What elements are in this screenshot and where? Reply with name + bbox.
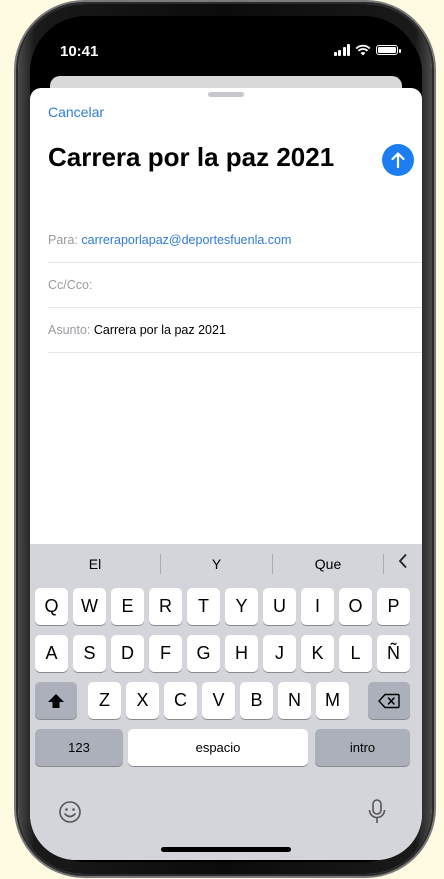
wifi-icon (355, 44, 371, 56)
key-m[interactable]: M (316, 682, 349, 719)
key-v[interactable]: V (202, 682, 235, 719)
status-time: 10:41 (60, 43, 99, 60)
key-b[interactable]: B (240, 682, 273, 719)
delete-key[interactable] (368, 682, 410, 719)
cc-label: Cc/Cco: (48, 278, 93, 292)
suggestion-3[interactable]: Que (273, 544, 383, 584)
subject-input[interactable]: Carrera por la paz 2021 (94, 323, 226, 337)
key-j[interactable]: J (263, 635, 296, 672)
to-field[interactable]: Para: carreraporlapaz@deportesfuenla.com (48, 218, 422, 263)
key-k[interactable]: K (301, 635, 334, 672)
arrow-up-icon (391, 152, 405, 169)
key-o[interactable]: O (339, 588, 372, 625)
chevron-left-icon (398, 553, 407, 569)
phone-screen: 10:41 Cancelar Carrera por la paz 2021 P… (30, 26, 422, 860)
collapse-button[interactable] (384, 544, 422, 584)
subject-label: Asunto: (48, 323, 91, 337)
key-g[interactable]: G (187, 635, 220, 672)
suggestion-2[interactable]: Y (161, 544, 272, 584)
delete-icon (378, 693, 400, 708)
key-z[interactable]: Z (88, 682, 121, 719)
key-p[interactable]: P (377, 588, 410, 625)
status-icons (333, 44, 401, 56)
key-i[interactable]: I (301, 588, 334, 625)
cc-field[interactable]: Cc/Cco: (48, 263, 422, 308)
keyboard: El Y Que Q W E R T Y U I O P A S D F G H (30, 544, 422, 860)
send-button[interactable] (382, 144, 414, 176)
home-indicator[interactable] (161, 847, 291, 852)
key-y[interactable]: Y (225, 588, 258, 625)
key-f[interactable]: F (149, 635, 182, 672)
return-key[interactable]: intro (315, 729, 410, 766)
subject-field[interactable]: Asunto: Carrera por la paz 2021 (48, 308, 422, 353)
key-l[interactable]: L (339, 635, 372, 672)
shift-key[interactable] (35, 682, 77, 719)
key-n[interactable]: N (278, 682, 311, 719)
suggestion-bar: El Y Que (30, 544, 422, 584)
to-recipient[interactable]: carreraporlapaz@deportesfuenla.com (81, 233, 291, 247)
page-title: Carrera por la paz 2021 (48, 142, 335, 172)
space-key[interactable]: espacio (128, 729, 308, 766)
sheet-grabber[interactable] (208, 92, 244, 97)
key-x[interactable]: X (126, 682, 159, 719)
to-label: Para: (48, 233, 78, 247)
microphone-icon[interactable] (367, 798, 387, 826)
key-h[interactable]: H (225, 635, 258, 672)
status-bar: 10:41 (30, 26, 422, 76)
key-d[interactable]: D (111, 635, 144, 672)
emoji-icon[interactable] (58, 800, 82, 824)
cancel-button[interactable]: Cancelar (48, 104, 104, 120)
key-c[interactable]: C (164, 682, 197, 719)
keyboard-bottom-bar (30, 790, 422, 860)
key-r[interactable]: R (149, 588, 182, 625)
key-enye[interactable]: Ñ (377, 635, 410, 672)
key-q[interactable]: Q (35, 588, 68, 625)
key-t[interactable]: T (187, 588, 220, 625)
key-e[interactable]: E (111, 588, 144, 625)
shift-icon (48, 693, 64, 708)
numbers-key[interactable]: 123 (35, 729, 123, 766)
key-a[interactable]: A (35, 635, 68, 672)
key-u[interactable]: U (263, 588, 296, 625)
key-s[interactable]: S (73, 635, 106, 672)
battery-icon (376, 45, 401, 55)
signal-icon (333, 44, 350, 56)
suggestion-1[interactable]: El (30, 544, 160, 584)
key-w[interactable]: W (73, 588, 106, 625)
